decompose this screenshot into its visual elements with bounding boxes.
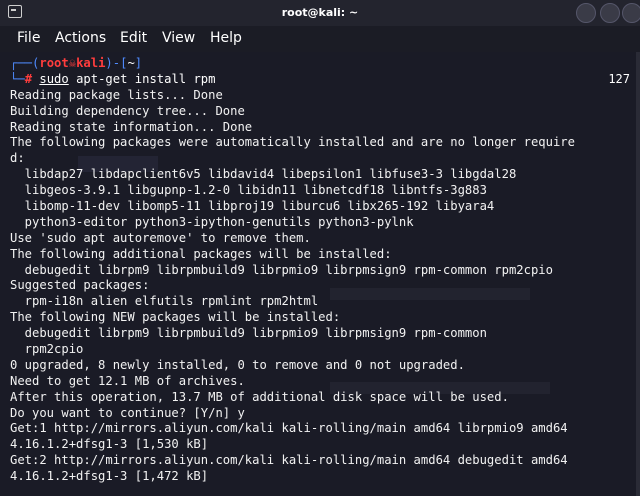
output-line: rpm-i18n alien elfutils rpmlint rpm2html xyxy=(10,294,319,309)
output-line: libgeos-3.9.1 libgupnp-1.2-0 libidn11 li… xyxy=(10,183,487,198)
output-line: Need to get 12.1 MB of archives. xyxy=(10,373,245,388)
title-bar: root@kali: ~ xyxy=(0,0,640,26)
close-button[interactable] xyxy=(622,3,640,23)
output-line: Do you want to continue? [Y/n] y xyxy=(10,405,245,420)
prompt-path: ~ xyxy=(127,56,135,70)
output-line: d: xyxy=(10,151,25,166)
output-line: The following packages were automaticall… xyxy=(10,135,575,150)
menu-view[interactable]: View xyxy=(162,30,195,46)
output-line: Use 'sudo apt autoremove' to remove them… xyxy=(10,230,311,245)
prompt-line-2: └─# sudo apt-get install rpm xyxy=(10,71,216,86)
scrollbar[interactable] xyxy=(636,52,640,496)
output-line: Building dependency tree... Done xyxy=(10,103,245,118)
command-sudo: sudo xyxy=(39,71,69,86)
prompt-line-1: ┌──(root☠kali)-[~] xyxy=(10,56,143,70)
output-line: The following NEW packages will be insta… xyxy=(10,310,341,325)
output-line: Get:1 http://mirrors.aliyun.com/kali kal… xyxy=(10,421,568,436)
window-title: root@kali: ~ xyxy=(281,6,359,19)
prompt-hash: # xyxy=(24,71,33,86)
output-line: 4.16.1.2+dfsg1-3 [1,472 kB] xyxy=(10,469,209,484)
exit-code: 127 xyxy=(608,72,630,86)
terminal-output[interactable]: ┌──(root☠kali)-[~] └─# sudo apt-get inst… xyxy=(0,52,640,496)
menu-edit[interactable]: Edit xyxy=(120,30,147,46)
maximize-button[interactable] xyxy=(600,3,620,23)
output-line: Reading package lists... Done xyxy=(10,87,223,102)
menu-help[interactable]: Help xyxy=(210,30,242,46)
output-line: debugedit librpm9 librpmbuild9 librpmio9… xyxy=(10,326,487,341)
prompt-user: root xyxy=(39,56,69,70)
output-line: 4.16.1.2+dfsg1-3 [1,530 kB] xyxy=(10,437,209,452)
prompt-host: kali xyxy=(76,56,106,70)
output-line: rpm2cpio xyxy=(10,342,84,357)
output-line: Suggested packages: xyxy=(10,278,150,293)
output-line: debugedit librpm9 librpmbuild9 librpmio9… xyxy=(10,262,553,277)
menu-bar: File Actions Edit View Help xyxy=(0,26,640,52)
output-line: Get:2 http://mirrors.aliyun.com/kali kal… xyxy=(10,453,568,468)
output-line: python3-editor python3-ipython-genutils … xyxy=(10,214,414,229)
output-line: 0 upgraded, 8 newly installed, 0 to remo… xyxy=(10,357,465,372)
output-line: After this operation, 13.7 MB of additio… xyxy=(10,389,509,404)
output-line: libdap27 libdapclient6v5 libdavid4 libep… xyxy=(10,167,517,182)
command-text: apt-get install rpm xyxy=(68,71,216,86)
terminal-lines: ┌──(root☠kali)-[~] └─# sudo apt-get inst… xyxy=(10,56,634,485)
output-line: Reading state information... Done xyxy=(10,119,253,134)
minimize-button[interactable] xyxy=(576,3,596,23)
output-line: libomp-11-dev libomp5-11 libproj19 libur… xyxy=(10,199,495,214)
output-line: The following additional packages will b… xyxy=(10,246,392,261)
menu-actions[interactable]: Actions xyxy=(55,30,106,46)
menu-file[interactable]: File xyxy=(17,30,40,46)
